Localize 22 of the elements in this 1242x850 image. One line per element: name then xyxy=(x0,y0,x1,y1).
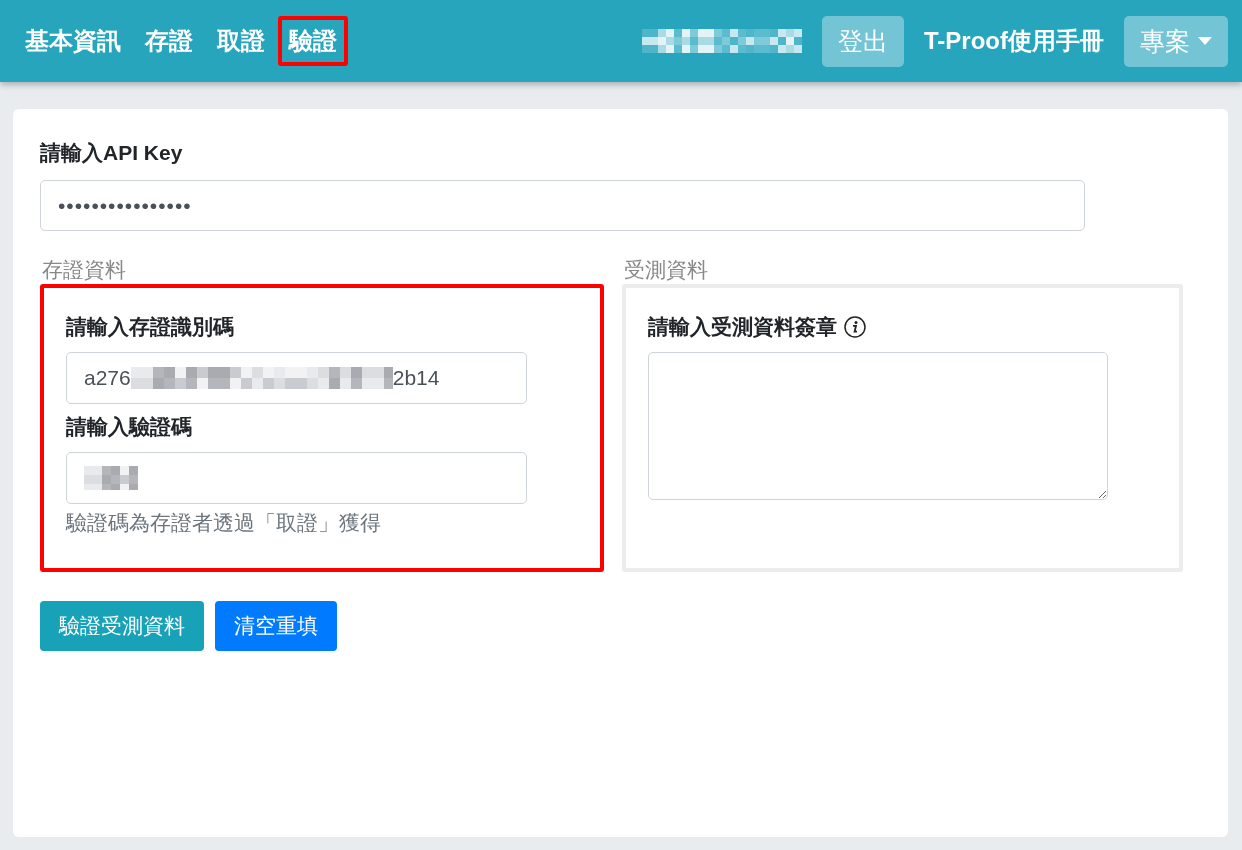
section-legend: 受測資料 xyxy=(622,257,1183,282)
manual-link[interactable]: T-Proof使用手冊 xyxy=(924,25,1104,57)
field-label: 請輸入受測資料簽章 xyxy=(648,314,837,339)
caret-icon xyxy=(1198,37,1212,45)
nav-link[interactable]: 驗證 xyxy=(278,16,348,66)
help-text: 驗證碼為存證者透過「取證」獲得 xyxy=(66,510,382,535)
nav-link[interactable]: 取證 xyxy=(206,16,276,66)
project-dropdown[interactable]: 專案 xyxy=(1124,15,1228,67)
verify-button[interactable]: 驗證受測資料 xyxy=(40,601,204,651)
api-key-field[interactable]: •••••••••••••••• xyxy=(40,180,1085,231)
section-legend: 存證資料 xyxy=(40,257,604,282)
input-field[interactable]: a276 2b14 xyxy=(66,352,527,404)
field-label: 請輸入驗證碼 xyxy=(66,414,192,439)
nav-link[interactable]: 存證 xyxy=(134,16,204,66)
nav-link[interactable]: 基本資訊 xyxy=(14,16,132,66)
info-icon[interactable] xyxy=(844,315,866,338)
field-label: 請輸入API Key xyxy=(40,140,184,165)
field-label: 請輸入存證識別碼 xyxy=(66,314,234,339)
input-field[interactable] xyxy=(66,452,527,504)
logout-button[interactable]: 登出 xyxy=(822,15,904,67)
clear-button[interactable]: 清空重填 xyxy=(215,601,337,651)
textarea-field[interactable] xyxy=(648,352,1108,500)
